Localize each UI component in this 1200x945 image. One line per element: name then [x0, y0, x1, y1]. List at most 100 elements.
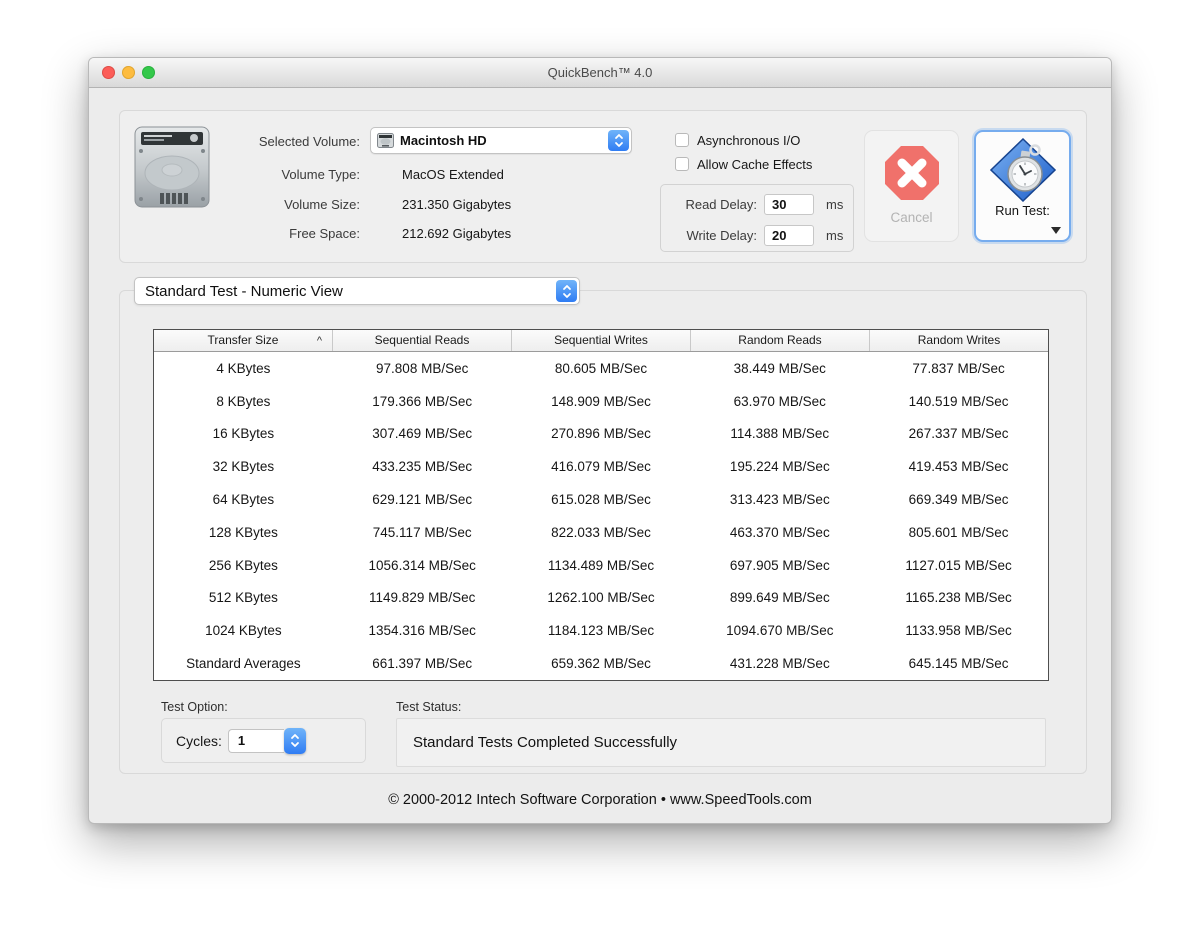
- cache-effects-checkbox[interactable]: [675, 157, 689, 171]
- table-row[interactable]: 128 KBytes 745.117 MB/Sec 822.033 MB/Sec…: [154, 516, 1048, 549]
- volume-size-value: 231.350 Gigabytes: [402, 197, 512, 212]
- mini-drive-icon: [377, 133, 394, 148]
- cell: 80.605 MB/Sec: [554, 360, 648, 376]
- table-row[interactable]: 512 KBytes 1149.829 MB/Sec 1262.100 MB/S…: [154, 582, 1048, 615]
- column-header-transfer-size[interactable]: Transfer Size ^: [154, 330, 333, 351]
- window-titlebar[interactable]: QuickBench™ 4.0: [89, 58, 1111, 88]
- cycles-stepper-icon[interactable]: [283, 727, 306, 754]
- volume-select-stepper-icon[interactable]: [608, 130, 629, 151]
- table-row[interactable]: 4 KBytes 97.808 MB/Sec 80.605 MB/Sec 38.…: [154, 352, 1048, 385]
- table-row[interactable]: 32 KBytes 433.235 MB/Sec 416.079 MB/Sec …: [154, 450, 1048, 483]
- cell: 433.235 MB/Sec: [372, 459, 473, 475]
- close-window-button[interactable]: [102, 66, 115, 79]
- cell: 512 KBytes: [208, 590, 278, 606]
- cell: 140.519 MB/Sec: [908, 393, 1009, 409]
- write-delay-input[interactable]: 20: [764, 224, 814, 246]
- cell: 270.896 MB/Sec: [551, 426, 651, 442]
- view-mode-select[interactable]: Standard Test - Numeric View: [134, 277, 580, 305]
- cell: 16 KBytes: [212, 426, 275, 442]
- cell: 1094.670 MB/Sec: [726, 623, 834, 639]
- view-mode-stepper-icon[interactable]: [556, 280, 577, 302]
- test-status-box: Standard Tests Completed Successfully: [396, 718, 1046, 767]
- volume-type-value: MacOS Extended: [402, 167, 504, 182]
- window-content: Selected Volume: Macintosh HD Volume Typ…: [89, 88, 1111, 823]
- cell: 416.079 MB/Sec: [551, 459, 651, 475]
- cell: 179.366 MB/Sec: [372, 393, 473, 409]
- table-row-standard-averages[interactable]: Standard Averages 661.397 MB/Sec 659.362…: [154, 647, 1048, 680]
- cell: 1133.958 MB/Sec: [905, 623, 1012, 639]
- async-io-checkbox[interactable]: [675, 133, 689, 147]
- cell: 114.388 MB/Sec: [730, 426, 830, 442]
- run-test-button-label: Run Test:: [995, 203, 1050, 218]
- cancel-button-label: Cancel: [890, 210, 933, 225]
- cycles-input[interactable]: 1: [227, 728, 284, 753]
- table-row[interactable]: 16 KBytes 307.469 MB/Sec 270.896 MB/Sec …: [154, 418, 1048, 451]
- write-delay-unit: ms: [826, 227, 844, 243]
- cell: 128 KBytes: [208, 524, 278, 540]
- run-test-dropdown-caret-icon: [1051, 227, 1061, 234]
- cell: 1262.100 MB/Sec: [547, 590, 655, 606]
- table-row[interactable]: 1024 KBytes 1354.316 MB/Sec 1184.123 MB/…: [154, 614, 1048, 647]
- cell: 463.370 MB/Sec: [729, 524, 830, 540]
- read-delay-unit: ms: [826, 196, 844, 212]
- cell: 1134.489 MB/Sec: [547, 557, 655, 573]
- cell: 659.362 MB/Sec: [551, 656, 651, 672]
- test-option-label: Test Option:: [161, 700, 228, 714]
- traffic-lights: [102, 66, 155, 79]
- cell: 899.649 MB/Sec: [729, 590, 830, 606]
- table-row[interactable]: 8 KBytes 179.366 MB/Sec 148.909 MB/Sec 6…: [154, 385, 1048, 418]
- cell: 745.117 MB/Sec: [372, 524, 472, 540]
- column-header-sequential-writes[interactable]: Sequential Writes: [512, 330, 691, 351]
- cell: 148.909 MB/Sec: [551, 393, 651, 409]
- cell: 1165.238 MB/Sec: [905, 590, 1012, 606]
- cell: 77.837 MB/Sec: [912, 360, 1005, 376]
- column-header-sequential-reads[interactable]: Sequential Reads: [333, 330, 512, 351]
- cell: 307.469 MB/Sec: [372, 426, 473, 442]
- free-space-value: 212.692 Gigabytes: [402, 226, 512, 241]
- cell: 1184.123 MB/Sec: [547, 623, 655, 639]
- column-header-random-writes[interactable]: Random Writes: [870, 330, 1048, 351]
- results-table: Transfer Size ^ Sequential Reads Sequent…: [153, 329, 1049, 681]
- table-body: 4 KBytes 97.808 MB/Sec 80.605 MB/Sec 38.…: [154, 352, 1048, 680]
- column-header-random-reads[interactable]: Random Reads: [691, 330, 870, 351]
- cancel-button[interactable]: Cancel: [864, 130, 959, 242]
- cell: 63.970 MB/Sec: [733, 393, 826, 409]
- free-space-label: Free Space:: [289, 226, 360, 241]
- volume-type-label: Volume Type:: [281, 167, 360, 182]
- table-row[interactable]: 256 KBytes 1056.314 MB/Sec 1134.489 MB/S…: [154, 549, 1048, 582]
- minimize-window-button[interactable]: [122, 66, 135, 79]
- cell: 1056.314 MB/Sec: [368, 557, 476, 573]
- selected-volume-value: Macintosh HD: [400, 133, 487, 148]
- copyright-footer: © 2000-2012 Intech Software Corporation …: [388, 792, 812, 808]
- cycles-label: Cycles:: [176, 732, 222, 749]
- cell: 97.808 MB/Sec: [376, 360, 469, 376]
- cell: Standard Averages: [186, 656, 301, 672]
- volume-panel: Selected Volume: Macintosh HD Volume Typ…: [119, 110, 1087, 263]
- test-status-message: Standard Tests Completed Successfully: [413, 734, 678, 751]
- test-status-label: Test Status:: [396, 700, 462, 714]
- table-header: Transfer Size ^ Sequential Reads Sequent…: [154, 330, 1048, 352]
- selected-volume-label: Selected Volume:: [258, 134, 360, 149]
- cell: 629.121 MB/Sec: [372, 492, 473, 508]
- view-mode-value: Standard Test - Numeric View: [145, 282, 343, 300]
- test-option-group: Cycles: 1: [161, 718, 366, 763]
- cell: 1354.316 MB/Sec: [368, 623, 476, 639]
- sort-ascending-icon: ^: [316, 335, 322, 347]
- window-title: QuickBench™ 4.0: [547, 65, 653, 80]
- stopwatch-diamond-icon: [989, 138, 1056, 202]
- cell: 38.449 MB/Sec: [733, 360, 826, 376]
- cell: 697.905 MB/Sec: [729, 557, 830, 573]
- read-delay-label: Read Delay:: [685, 196, 757, 212]
- delay-settings-group: Read Delay: 30 ms Write Delay: 20 ms: [660, 184, 854, 252]
- cell: 256 KBytes: [208, 557, 278, 573]
- async-io-label: Asynchronous I/O: [697, 132, 801, 148]
- cell: 195.224 MB/Sec: [729, 459, 830, 475]
- table-row[interactable]: 64 KBytes 629.121 MB/Sec 615.028 MB/Sec …: [154, 483, 1048, 516]
- cell: 64 KBytes: [212, 492, 275, 508]
- zoom-window-button[interactable]: [142, 66, 155, 79]
- run-test-button[interactable]: Run Test:: [974, 130, 1071, 242]
- cell: 805.601 MB/Sec: [908, 524, 1009, 540]
- volume-select[interactable]: Macintosh HD: [370, 127, 632, 154]
- cell: 32 KBytes: [212, 459, 275, 475]
- read-delay-input[interactable]: 30: [764, 193, 814, 215]
